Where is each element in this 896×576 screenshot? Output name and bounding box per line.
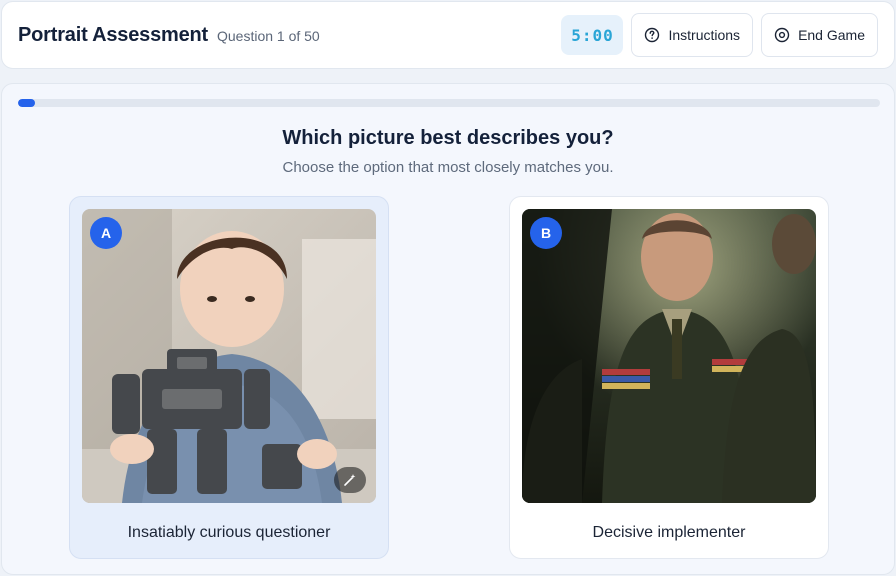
option-b-photo: B <box>522 209 816 503</box>
instructions-button[interactable]: Instructions <box>631 13 754 57</box>
question-text: Which picture best describes you? <box>282 127 614 149</box>
question-subtitle: Choose the option that most closely matc… <box>282 159 614 176</box>
stop-circle-icon <box>774 27 790 43</box>
header-controls: 5:00 Instructions End Game <box>561 13 878 57</box>
progress-bar <box>18 99 880 107</box>
progress-fill <box>18 99 36 107</box>
option-card-a[interactable]: A Insatiably curious questioner <box>69 196 389 559</box>
option-a-badge: A <box>90 217 122 249</box>
option-b-label: Decisive implementer <box>592 524 746 541</box>
end-game-button[interactable]: End Game <box>761 13 878 57</box>
question-counter: Question 1 of 50 <box>216 28 320 44</box>
option-a-label: Insatiably curious questioner <box>127 524 331 541</box>
option-b-badge: B <box>530 217 562 249</box>
option-a-photo: A <box>82 209 376 503</box>
help-circle-icon <box>645 27 660 43</box>
assessment-panel: Which picture best describes you? Choose… <box>1 83 895 575</box>
countdown-timer: 5:00 <box>561 15 624 55</box>
option-card-b[interactable]: B Decisive implementer <box>509 196 829 559</box>
instructions-label: Instructions <box>668 27 741 43</box>
end-game-label: End Game <box>798 27 865 43</box>
magic-wand-icon[interactable] <box>334 467 366 493</box>
top-bar: Portrait Assessment Question 1 of 50 5:0… <box>1 1 895 69</box>
page-title: Portrait Assessment <box>18 23 208 46</box>
